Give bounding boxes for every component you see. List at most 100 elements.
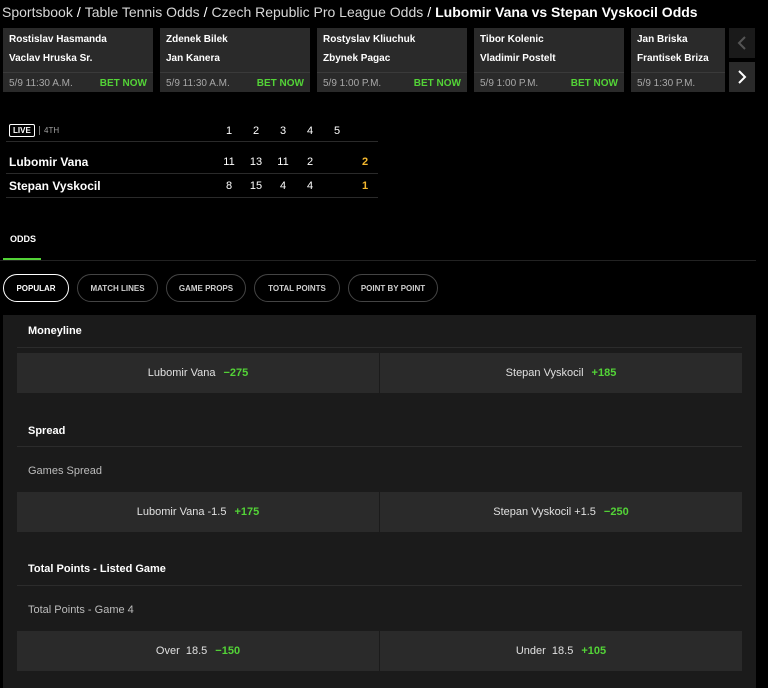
breadcrumb-separator: / (76, 4, 81, 20)
ticker-time: 5/9 1:30 P.M. (637, 78, 696, 89)
markets-panel: Moneyline Lubomir Vana −275 Stepan Vyskoc… (3, 315, 756, 688)
ticker-time: 5/9 1:00 P.M. (480, 78, 539, 89)
ticker-card-footer: 5/9 1:00 P.M. BET NOW (474, 72, 624, 92)
filter-match-lines[interactable]: MATCH LINES (77, 274, 158, 302)
market-title-moneyline: Moneyline (28, 325, 82, 337)
ticker-time: 5/9 1:00 P.M. (323, 78, 382, 89)
game-column-header: 4 (306, 125, 314, 137)
scoreboard: LIVE 4TH 1 2 3 4 5 Lubomir Vana 11 13 11… (6, 120, 378, 198)
breadcrumb: Sportsbook / Table Tennis Odds / Czech Repub… (2, 4, 698, 20)
market-title-total-points: Total Points - Listed Game (28, 563, 166, 575)
market-title-spread: Spread (28, 425, 66, 437)
ticker-card-footer: 5/9 1:30 P.M. (631, 72, 725, 92)
breadcrumb-sportsbook[interactable]: Sportsbook (2, 4, 73, 20)
game-score: 15 (249, 180, 263, 192)
market-sub-label: Total Points - Game 4 (28, 604, 134, 616)
chevron-left-icon (737, 36, 746, 50)
moneyline-away-button[interactable]: Stepan Vyskocil +185 (380, 353, 742, 393)
ticker-player-1: Jan Briska (637, 34, 688, 45)
game-score: 4 (306, 180, 314, 192)
moneyline-home-button[interactable]: Lubomir Vana −275 (17, 353, 379, 393)
ticker-card[interactable]: Rostislav Hasmanda Vaclav Hruska Sr. 5/9… (3, 28, 153, 92)
odd-price: +185 (591, 367, 617, 379)
ticker-time: 5/9 11:30 A.M. (166, 78, 230, 89)
filter-point-by-point[interactable]: POINT BY POINT (348, 274, 438, 302)
game-score: 4 (279, 180, 287, 192)
score-row-player-1: Lubomir Vana 11 13 11 2 2 (6, 150, 378, 174)
odd-price: +175 (234, 506, 260, 518)
odd-label: Over 18.5 (155, 645, 208, 657)
total-over-button[interactable]: Over 18.5 −150 (17, 631, 379, 671)
games-won-total: 1 (361, 180, 369, 192)
breadcrumb-current: Lubomir Vana vs Stepan Vyskocil Odds (435, 4, 698, 20)
game-column-header: 2 (252, 125, 260, 137)
ticker-card[interactable]: Jan Briska Frantisek Briza 5/9 1:30 P.M. (631, 28, 725, 92)
ticker-card-footer: 5/9 11:30 A.M. BET NOW (160, 72, 310, 92)
bet-now-button[interactable]: BET NOW (257, 78, 304, 89)
ticker-player-2: Jan Kanera (166, 53, 220, 64)
game-score: 8 (225, 180, 233, 192)
odd-label: Stepan Vyskocil (505, 367, 584, 379)
market-divider (17, 446, 742, 447)
ticker-next-button[interactable] (729, 62, 755, 92)
bet-now-button[interactable]: BET NOW (414, 78, 461, 89)
odd-price: +105 (581, 645, 607, 657)
filter-total-points[interactable]: TOTAL POINTS (254, 274, 340, 302)
live-badge: LIVE (9, 124, 35, 137)
ticker-card[interactable]: Tibor Kolenic Vladimir Postelt 5/9 1:00 … (474, 28, 624, 92)
odd-price: −275 (223, 367, 249, 379)
player-name: Stepan Vyskocil (9, 179, 101, 193)
ticker-card-footer: 5/9 11:30 A.M. BET NOW (3, 72, 153, 92)
filter-game-props[interactable]: GAME PROPS (166, 274, 246, 302)
game-column-header: 3 (279, 125, 287, 137)
game-score: 13 (249, 156, 263, 168)
bet-now-button[interactable]: BET NOW (100, 78, 147, 89)
ticker-player-1: Zdenek Bilek (166, 34, 228, 45)
breadcrumb-separator: / (427, 4, 432, 20)
ticker-time: 5/9 11:30 A.M. (9, 78, 73, 89)
odd-price: −250 (603, 506, 629, 518)
ticker-player-1: Rostyslav Kliuchuk (323, 34, 416, 45)
market-divider (17, 585, 742, 586)
tab-odds[interactable]: ODDS (3, 226, 41, 260)
filter-popular[interactable]: POPULAR (3, 274, 69, 302)
ticker-player-1: Rostislav Hasmanda (9, 34, 107, 45)
ticker-player-1: Tibor Kolenic (480, 34, 544, 45)
ticker-card[interactable]: Zdenek Bilek Jan Kanera 5/9 11:30 A.M. B… (160, 28, 310, 92)
event-ticker: Rostislav Hasmanda Vaclav Hruska Sr. 5/9… (3, 28, 725, 92)
odd-label: Lubomir Vana (147, 367, 216, 379)
total-under-button[interactable]: Under 18.5 +105 (380, 631, 742, 671)
market-sub-label: Games Spread (28, 465, 102, 477)
scoreboard-header: LIVE 4TH 1 2 3 4 5 (6, 120, 378, 142)
score-row-player-2: Stepan Vyskocil 8 15 4 4 1 (6, 174, 378, 198)
period-label: 4TH (39, 126, 59, 135)
player-name: Lubomir Vana (9, 155, 89, 169)
spread-away-button[interactable]: Stepan Vyskocil +1.5 −250 (380, 492, 742, 532)
game-score: 11 (277, 156, 289, 168)
odd-label: Under 18.5 (515, 645, 574, 657)
ticker-player-2: Vaclav Hruska Sr. (9, 53, 93, 64)
breadcrumb-league[interactable]: Czech Republic Pro League Odds (212, 4, 424, 20)
game-column-header: 5 (333, 125, 341, 137)
breadcrumb-separator: / (203, 4, 208, 20)
ticker-card-footer: 5/9 1:00 P.M. BET NOW (317, 72, 467, 92)
bet-now-button[interactable]: BET NOW (571, 78, 618, 89)
ticker-player-2: Vladimir Postelt (480, 53, 556, 64)
ticker-card[interactable]: Rostyslav Kliuchuk Zbynek Pagac 5/9 1:00… (317, 28, 467, 92)
game-column-header: 1 (225, 125, 233, 137)
odd-price: −150 (215, 645, 241, 657)
ticker-player-2: Zbynek Pagac (323, 53, 391, 64)
tab-divider (0, 260, 756, 261)
ticker-prev-button[interactable] (729, 28, 755, 58)
market-divider (17, 347, 742, 348)
chevron-right-icon (738, 70, 747, 84)
breadcrumb-table-tennis[interactable]: Table Tennis Odds (85, 4, 200, 20)
game-score: 2 (306, 156, 314, 168)
odd-label: Lubomir Vana -1.5 (136, 506, 227, 518)
odd-label: Stepan Vyskocil +1.5 (493, 506, 596, 518)
spread-home-button[interactable]: Lubomir Vana -1.5 +175 (17, 492, 379, 532)
ticker-player-2: Frantisek Briza (637, 53, 709, 64)
tab-odds-label: ODDS (10, 234, 37, 244)
game-score: 11 (223, 156, 235, 168)
games-won-total: 2 (361, 156, 369, 168)
